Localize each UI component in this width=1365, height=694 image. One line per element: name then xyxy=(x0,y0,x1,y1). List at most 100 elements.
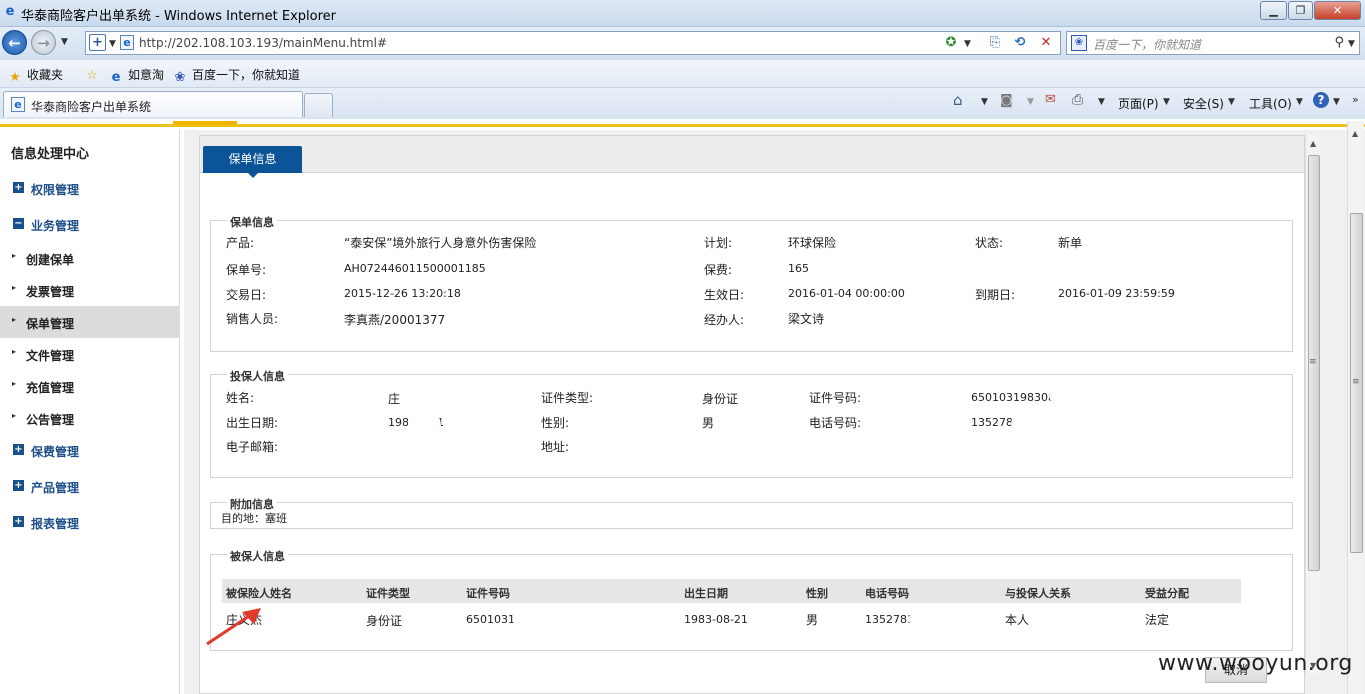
applicant-gender-value: 男 xyxy=(702,416,715,430)
redaction-blur xyxy=(1049,381,1083,409)
help-dropdown-icon[interactable]: ▼ xyxy=(1333,97,1340,107)
sidebar-item-label: 创建保单 xyxy=(26,253,75,267)
maximize-button[interactable]: ❐ xyxy=(1288,1,1313,20)
page-scrollbar[interactable]: ▲ ≡ xyxy=(1347,121,1364,694)
policy-info-section: 保单信息 产品: “泰安保”境外旅行人身意外伤害保险 计划: 环球保险 状态: … xyxy=(210,214,1293,352)
annotation-arrow-icon xyxy=(206,608,261,646)
premium-label: 保费: xyxy=(704,263,733,277)
fav-item-ruyitao-label: 如意淘 xyxy=(128,68,165,82)
sidebar-group-product-label: 产品管理 xyxy=(31,481,80,495)
plan-value: 环球保险 xyxy=(788,236,837,250)
fav-item-baidu-label: 百度一下，你就知道 xyxy=(192,68,301,82)
more-commands-icon[interactable]: » xyxy=(1352,93,1359,106)
page-icon: e xyxy=(120,35,134,50)
sidebar-group-product[interactable]: + 产品管理 xyxy=(0,472,180,502)
compat-icon[interactable]: ✪ xyxy=(942,34,960,52)
back-button[interactable]: ← xyxy=(2,30,27,55)
sidebar-item-recharge[interactable]: ▸ 充值管理 xyxy=(0,370,180,402)
tools-menu[interactable]: 工具(O) xyxy=(1249,95,1292,112)
fav-item-ruyitao[interactable]: e 如意淘 xyxy=(108,66,164,85)
expiry-label: 到期日: xyxy=(975,288,1016,302)
new-tab-button[interactable] xyxy=(304,93,333,117)
search-dropdown-icon[interactable]: ▼ xyxy=(1348,39,1355,49)
redaction-blur xyxy=(513,603,547,637)
print-dropdown-icon[interactable]: ▼ xyxy=(1098,97,1105,107)
bullet-arrow-icon: ▸ xyxy=(12,315,17,324)
sidebar-item-notice[interactable]: ▸ 公告管理 xyxy=(0,402,180,434)
browser-tab[interactable]: e 华泰商险客户出单系统 xyxy=(3,91,303,117)
fav-item-baidu[interactable]: ❀ 百度一下，你就知道 xyxy=(172,66,300,85)
url-text[interactable]: http://202.108.103.193/mainMenu.html# xyxy=(139,36,387,50)
policy-info-legend: 保单信息 xyxy=(227,214,277,230)
title-bar: e 华泰商险客户出单系统 - Windows Internet Explorer… xyxy=(0,0,1365,27)
applicant-name-value: 庄 xyxy=(388,392,401,406)
bullet-arrow-icon: ▸ xyxy=(12,411,17,420)
applicant-address-label: 地址: xyxy=(541,440,570,454)
print-icon[interactable]: ⎙ xyxy=(1072,92,1083,108)
insured-benefit: 法定 xyxy=(1145,613,1170,627)
rss-page-icon[interactable]: ⎘ xyxy=(986,34,1004,52)
sidebar-group-auth-label: 权限管理 xyxy=(31,183,80,197)
stop-icon[interactable]: ✕ xyxy=(1037,34,1055,52)
add-favorite-icon[interactable]: + xyxy=(89,34,106,51)
help-icon[interactable]: ? xyxy=(1313,92,1329,108)
favorites-label: 收藏夹 xyxy=(27,68,64,82)
safety-menu-chevron-icon: ▼ xyxy=(1228,97,1235,107)
page-menu[interactable]: 页面(P) xyxy=(1118,95,1159,112)
compat-dropdown-icon[interactable]: ▼ xyxy=(964,39,971,49)
expand-plus-icon: + xyxy=(13,480,24,491)
add-to-favbar-icon[interactable]: ☆ xyxy=(84,66,100,83)
arrow-shaft xyxy=(206,612,253,646)
expand-plus-icon: + xyxy=(13,516,24,527)
feeds-dropdown-icon[interactable]: ▼ xyxy=(1027,97,1034,107)
favorites-button[interactable]: ★ 收藏夹 xyxy=(7,66,63,85)
search-placeholder[interactable]: 百度一下，你就知道 xyxy=(1093,36,1201,53)
sidebar-header: 信息处理中心 xyxy=(11,147,90,162)
sidebar-group-business[interactable]: − 业务管理 xyxy=(0,210,180,240)
status-label: 状态: xyxy=(975,236,1004,250)
status-value: 新单 xyxy=(1058,236,1083,250)
sidebar-item-files[interactable]: ▸ 文件管理 xyxy=(0,338,180,370)
address-bar[interactable]: + ▼ e http://202.108.103.193/mainMenu.ht… xyxy=(85,31,1061,55)
inner-scrollbar[interactable]: ▲ ≡ ▼ xyxy=(1305,135,1321,675)
mail-icon[interactable]: ✉ xyxy=(1045,92,1056,107)
safety-menu[interactable]: 安全(S) xyxy=(1183,95,1224,112)
feeds-icon[interactable]: ◙ xyxy=(1000,93,1013,108)
scroll-up-arrow-icon[interactable]: ▲ xyxy=(1310,139,1316,148)
home-dropdown-icon[interactable]: ▼ xyxy=(981,97,988,107)
col-phone: 电话号码 xyxy=(865,587,909,600)
panel-tab-strip: 保单信息 xyxy=(200,136,1304,178)
favorites-star-icon: ★ xyxy=(9,70,21,85)
header-accent xyxy=(173,121,237,125)
forward-button[interactable]: → xyxy=(31,30,56,55)
search-icon[interactable]: ⚲ xyxy=(1334,35,1344,50)
baidu-icon: ❀ xyxy=(1071,35,1087,51)
close-button[interactable]: ✕ xyxy=(1314,1,1361,20)
address-dropdown-icon[interactable]: ▼ xyxy=(109,39,116,49)
minimize-button[interactable]: ▁ xyxy=(1260,1,1287,20)
redaction-blur xyxy=(1011,409,1043,439)
sidebar-item-label: 文件管理 xyxy=(26,349,75,363)
bullet-arrow-icon: ▸ xyxy=(12,283,17,292)
navigation-bar: ← → ▼ + ▼ e http://202.108.103.193/mainM… xyxy=(0,27,1365,60)
search-box[interactable]: ❀ 百度一下，你就知道 ⚲ ▼ xyxy=(1066,31,1360,55)
sidebar-group-auth[interactable]: + 权限管理 xyxy=(0,174,180,204)
page-scroll-up-arrow-icon[interactable]: ▲ xyxy=(1352,129,1358,138)
sidebar-item-policy-manage[interactable]: ▸ 保单管理 xyxy=(0,306,180,338)
sidebar-item-create-policy[interactable]: ▸ 创建保单 xyxy=(0,242,180,274)
sidebar-group-business-label: 业务管理 xyxy=(31,219,80,233)
sidebar-item-label: 充值管理 xyxy=(26,381,75,395)
sidebar-group-premium-label: 保费管理 xyxy=(31,445,80,459)
page-content: 信息处理中心 + 权限管理 − 业务管理 ▸ 创建保单 ▸ 发票管理 ▸ 保单管理 ▸ 文件… xyxy=(0,119,1365,694)
tab-policy-info[interactable]: 保单信息 xyxy=(203,146,302,178)
sidebar-item-invoice[interactable]: ▸ 发票管理 xyxy=(0,274,180,306)
sidebar-group-report[interactable]: + 报表管理 xyxy=(0,508,180,538)
history-dropdown-icon[interactable]: ▼ xyxy=(61,37,68,47)
applicant-id-type-value: 身份证 xyxy=(702,392,739,406)
destination-value: 目的地：塞班 xyxy=(221,512,287,525)
home-icon[interactable]: ⌂ xyxy=(953,91,963,109)
refresh-icon[interactable]: ⟲ xyxy=(1011,34,1029,52)
plan-label: 计划: xyxy=(704,236,733,250)
favbar-star-icon: ☆ xyxy=(86,68,98,83)
sidebar-group-premium[interactable]: + 保费管理 xyxy=(0,436,180,466)
